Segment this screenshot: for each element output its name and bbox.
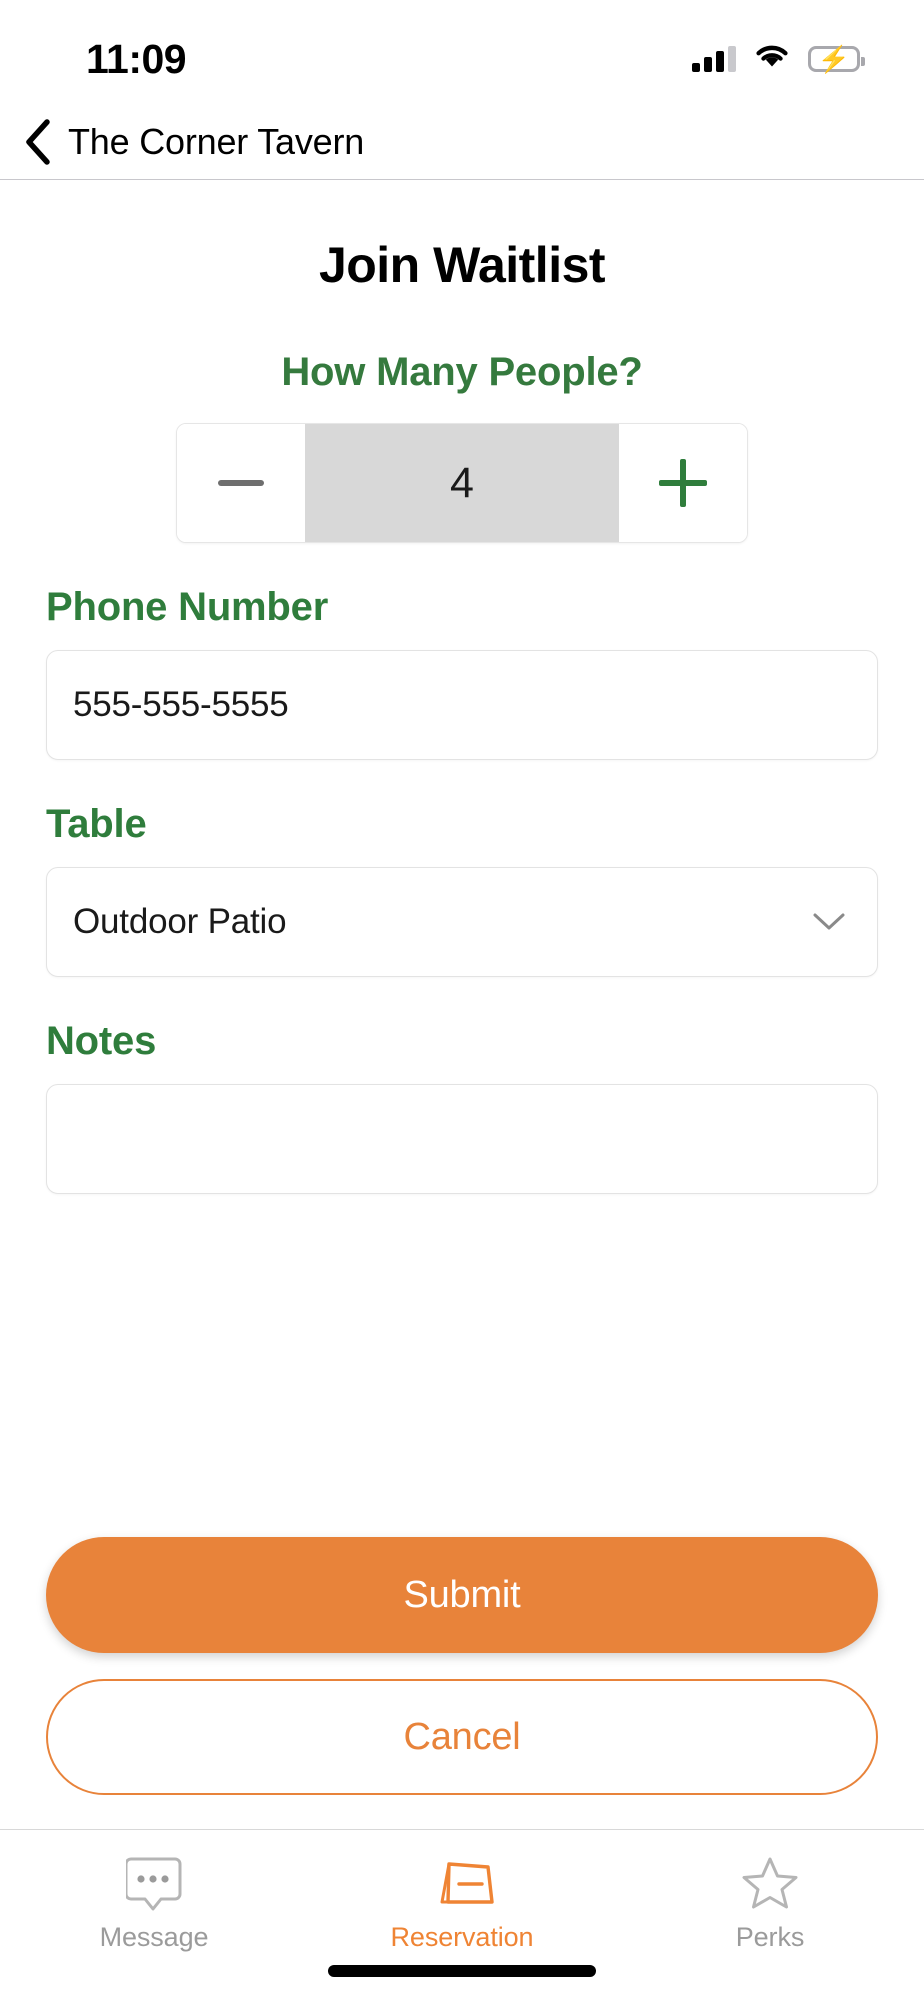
back-chevron-icon[interactable] [18,118,58,165]
nav-title: The Corner Tavern [68,120,365,162]
home-indicator-wrap [0,1965,924,1977]
party-size-value: 4 [305,424,619,542]
tab-message[interactable]: Message [0,1854,308,1953]
party-size-question: How Many People? [281,350,643,394]
app-screen: 11:09 ⚡ The Corner Tavern Join Waitlist … [0,0,924,1999]
chevron-down-icon [807,911,851,933]
star-icon [741,1854,799,1912]
status-bar: 11:09 ⚡ [0,0,924,104]
page-title: Join Waitlist [318,237,606,293]
tab-reservation[interactable]: Reservation [308,1854,616,1953]
message-bubble-icon [126,1854,182,1912]
quantity-stepper: 4 [176,423,748,543]
phone-number-field-group: Phone Number 555-555-5555 [46,585,878,760]
party-size-stepper-wrap: 4 [46,423,878,543]
notes-input[interactable] [46,1084,878,1194]
plus-icon [659,459,707,507]
form-actions: Submit Cancel [46,1537,878,1829]
increment-button[interactable] [619,424,747,542]
tab-perks-label: Perks [735,1922,805,1952]
status-bar-icons: ⚡ [692,43,865,75]
minus-icon [218,480,264,486]
cancel-button[interactable]: Cancel [46,1679,878,1795]
submit-button[interactable]: Submit [46,1537,878,1653]
notes-field-group: Notes [46,1019,878,1194]
table-field-group: Table Outdoor Patio [46,802,878,977]
tab-message-label: Message [99,1922,209,1952]
home-indicator[interactable] [328,1965,596,1977]
phone-number-value: 555-555-5555 [73,685,289,724]
tab-perks[interactable]: Perks [616,1854,924,1953]
phone-number-label: Phone Number [46,585,329,629]
charging-bolt-icon: ⚡ [817,44,851,74]
wifi-icon [754,43,790,75]
table-label: Table [46,802,147,846]
notes-label: Notes [46,1019,157,1063]
cellular-signal-icon [692,46,736,72]
tab-reservation-label: Reservation [390,1922,534,1952]
form-content: Join Waitlist How Many People? 4 Phone N… [0,180,924,1829]
phone-number-input[interactable]: 555-555-5555 [46,650,878,760]
status-bar-clock: 11:09 [86,35,187,82]
decrement-button[interactable] [177,424,305,542]
table-selected-value: Outdoor Patio [73,902,287,941]
nav-header: The Corner Tavern [0,104,924,180]
battery-charging-icon: ⚡ [808,44,865,74]
reservation-tent-card-icon [426,1854,498,1912]
table-select[interactable]: Outdoor Patio [46,867,878,977]
